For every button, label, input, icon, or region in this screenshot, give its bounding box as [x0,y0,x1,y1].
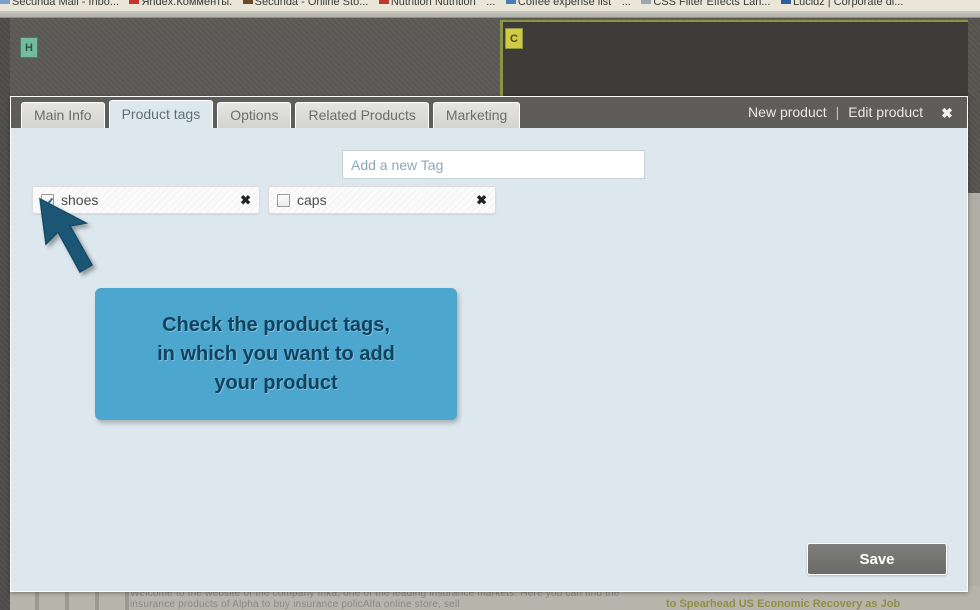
annotation-callout-text: Check the product tags, in which you wan… [143,311,409,398]
new-tag-field-wrap [342,150,645,179]
delete-tag-icon[interactable]: ✖ [240,194,251,207]
tag-item-caps[interactable]: caps ✖ [268,186,496,214]
modal-titlebar: Main Info Product tags Options Related P… [11,97,967,128]
badge-h: H [20,37,38,58]
modal-backdrop-right [968,18,980,193]
badge-c: C [505,28,523,49]
bookmark-item[interactable]: Secunda - Online Sto... [242,0,368,8]
pin-icon [129,0,140,4]
new-tag-input[interactable] [342,150,645,179]
tag-checkbox-caps[interactable] [277,193,290,207]
titlebar-actions: New product | Edit product [748,97,923,128]
modal-backdrop-left [0,18,10,610]
tab-main-info[interactable]: Main Info [21,102,105,128]
close-icon[interactable]: ✖ [939,105,955,121]
tab-bar: Main Info Product tags Options Related P… [21,100,524,128]
tab-product-tags[interactable]: Product tags [108,100,214,128]
bookmark-item[interactable]: Coffee expense list [505,0,611,8]
backdrop-dark-panel [500,20,968,96]
tab-related-products[interactable]: Related Products [295,102,429,128]
bookmark-item[interactable]: Nutrition Nutrition [378,0,476,8]
bookmark-item[interactable]: Lucidz | Corporate di... [780,0,903,8]
bookmark-item[interactable]: Secunda Mail - Inbo... [0,0,119,8]
bookmarks-bar: Secunda Mail - Inbo... Яndex.Комменты. S… [0,0,980,11]
browser-toolbar-strip [0,11,980,18]
background-news-headline: to Spearhead US Economic Recovery as Job [666,598,901,610]
delete-tag-icon[interactable]: ✖ [476,194,487,207]
bookmark-item[interactable]: CSS Filter Effects Lan... [641,0,771,8]
new-product-link[interactable]: New product [748,104,827,120]
tab-options[interactable]: Options [217,102,292,128]
screen: Secunda Mail - Inbo... Яndex.Комменты. S… [0,0,980,610]
callout-line-3: your product [214,371,338,394]
annotation-callout: Check the product tags, in which you wan… [95,288,457,420]
bookmark-overflow[interactable]: ... [622,0,631,8]
bookmark-overflow[interactable]: ... [486,0,495,8]
tab-marketing[interactable]: Marketing [432,102,521,128]
edit-product-link[interactable]: Edit product [848,104,923,120]
bookmark-item[interactable]: Яndex.Комменты. [129,0,232,8]
arrow-cursor-icon [36,196,110,292]
image-icon [242,0,253,4]
mail-icon [0,0,10,4]
save-button[interactable]: Save [807,543,947,575]
callout-line-1: Check the product tags, [162,313,390,336]
titlebar-separator: | [835,104,840,120]
callout-line-2: in which you want to add [157,342,395,365]
code-icon [641,0,652,4]
chart-icon [780,0,791,4]
sheet-icon [505,0,516,4]
tag-label: caps [297,192,327,208]
apple-icon [378,0,389,4]
